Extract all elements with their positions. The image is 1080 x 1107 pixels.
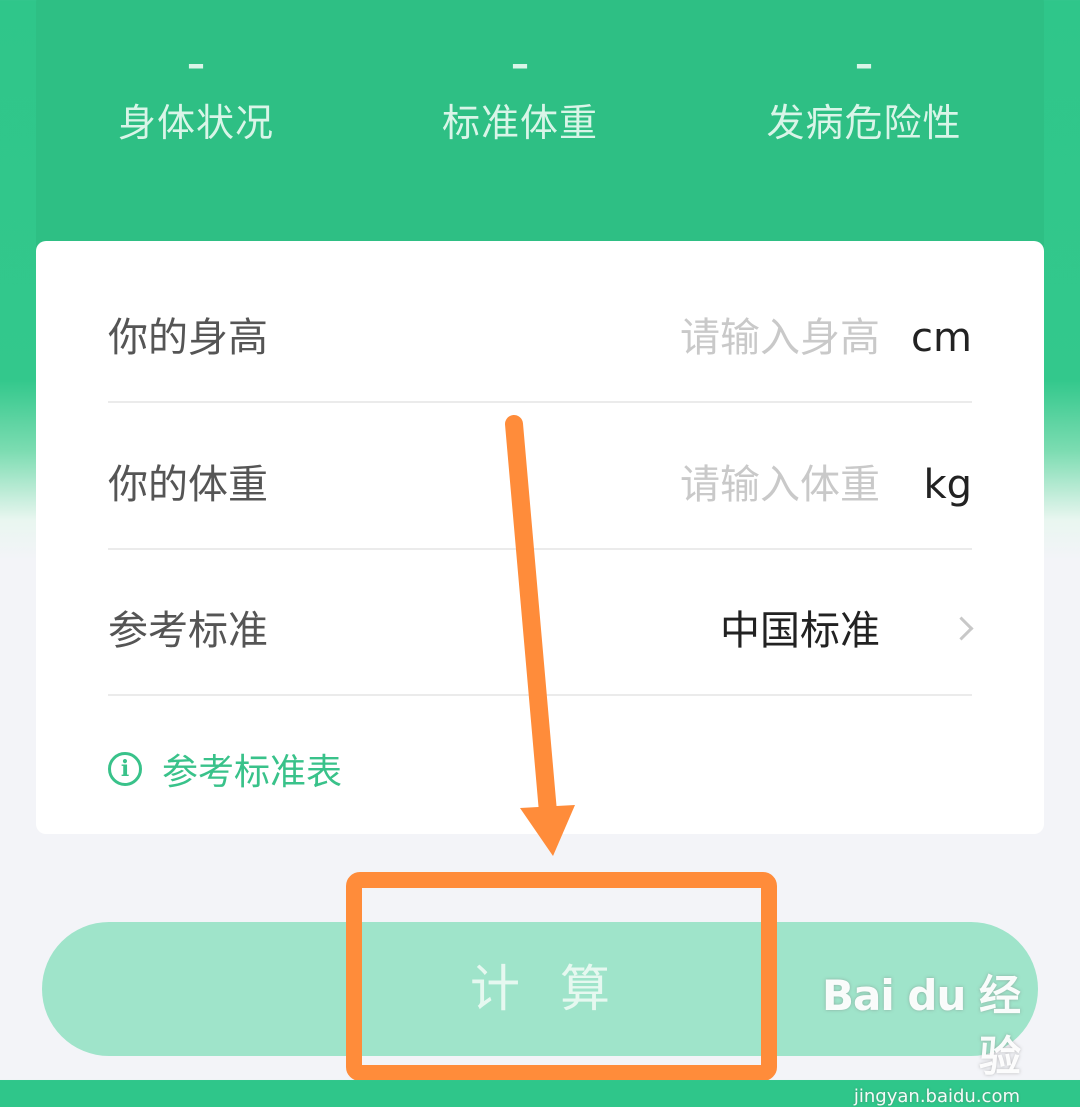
height-row[interactable]: 你的身高 请输入身高 cm [108, 255, 972, 403]
height-input[interactable]: 请输入身高 [680, 255, 880, 401]
stat-label: 标准体重 [441, 101, 598, 145]
reference-table-link-label: 参考标准表 [162, 752, 343, 793]
stat-standard-weight: – 标准体重 [370, 40, 670, 147]
height-label: 你的身高 [108, 315, 268, 361]
input-form-card: 你的身高 请输入身高 cm 你的体重 请输入体重 kg 参考标准 中国标准 i … [36, 241, 1044, 834]
standard-row[interactable]: 参考标准 中国标准 [108, 548, 974, 696]
height-unit: cm [911, 315, 972, 361]
reference-table-link[interactable]: i 参考标准表 [108, 744, 342, 794]
weight-input[interactable]: 请输入体重 [680, 402, 880, 548]
stat-disease-risk: – 发病危险性 [714, 40, 1014, 147]
baidu-watermark: Bai du 经验 jingyan.baidu.com [820, 962, 1021, 1107]
weight-label: 你的体重 [108, 462, 268, 508]
stat-label: 发病危险性 [766, 101, 962, 145]
watermark-url: jingyan.baidu.com [853, 1086, 1020, 1107]
stat-body-condition: – 身体状况 [46, 40, 346, 147]
stat-value: – [187, 44, 205, 85]
standard-select-value[interactable]: 中国标准 [720, 548, 880, 694]
weight-row[interactable]: 你的体重 请输入体重 kg [108, 402, 972, 550]
stat-value: – [511, 44, 529, 85]
stat-value: – [855, 44, 873, 85]
stat-label: 身体状况 [117, 101, 274, 145]
info-circle-icon: i [108, 752, 142, 786]
standard-label: 参考标准 [108, 608, 268, 654]
chevron-right-icon[interactable] [949, 616, 974, 641]
watermark-logo: Bai du 经验 [822, 971, 1021, 1081]
weight-unit: kg [923, 462, 972, 508]
result-summary-card: – 身体状况 – 标准体重 – 发病危险性 [36, 0, 1044, 280]
